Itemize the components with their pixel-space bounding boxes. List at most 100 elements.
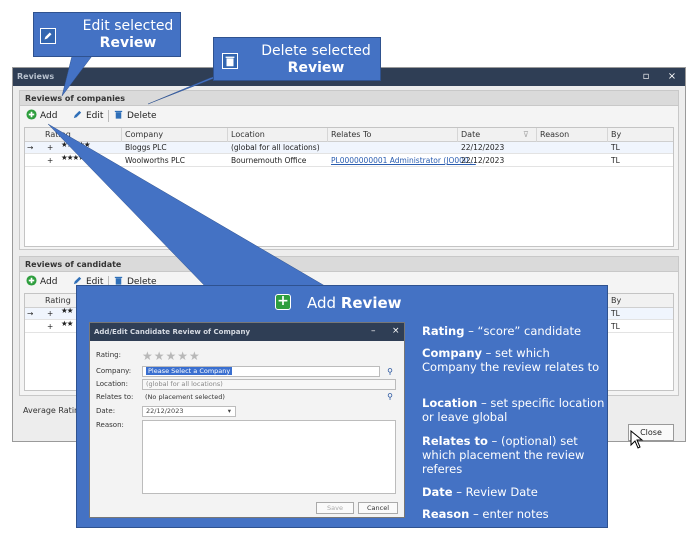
dialog-minimize-button[interactable]: – — [371, 326, 376, 336]
col-location[interactable]: Location — [231, 130, 265, 139]
expand-icon[interactable]: + — [47, 309, 53, 318]
rating-stars-input[interactable]: ★★★★★ — [142, 349, 201, 363]
location-value: (global for all locations) — [146, 380, 223, 388]
help-company-term: Company — [422, 346, 482, 360]
delete-callout-line2: Review — [287, 60, 345, 76]
col-rating[interactable]: Rating — [45, 130, 71, 139]
dialog-titlebar: Add/Edit Candidate Review of Company – × — [90, 323, 404, 341]
calendar-dropdown-icon[interactable]: ▾ — [228, 407, 231, 416]
rating-label: Rating: — [96, 351, 121, 359]
delete-callout: Delete selected Review — [213, 37, 381, 81]
help-relates-to-term: Relates to — [422, 434, 488, 448]
col-by[interactable]: By — [611, 296, 621, 305]
date-value: 22/12/2023 — [146, 407, 184, 415]
reason-textarea[interactable] — [142, 420, 396, 494]
cell-date: 22/12/2023 — [461, 143, 505, 152]
add-callout-prefix: Add — [307, 294, 341, 312]
companies-delete-button[interactable]: Delete — [113, 109, 157, 123]
delete-callout-line1: Delete selected — [261, 43, 371, 59]
expand-icon[interactable]: + — [47, 156, 53, 165]
add-callout-bold: Review — [340, 294, 402, 312]
companies-delete-label: Delete — [127, 111, 157, 121]
help-location-term: Location — [422, 396, 478, 410]
add-review-callout: + Add Review Add/Edit Candidate Review o… — [76, 285, 608, 528]
add-icon — [26, 109, 37, 120]
close-window-button[interactable]: × — [665, 70, 679, 84]
dialog-title: Add/Edit Candidate Review of Company — [94, 328, 251, 336]
help-date-term: Date — [422, 485, 453, 499]
col-company[interactable]: Company — [125, 130, 163, 139]
window-title: Reviews — [17, 72, 55, 81]
cell-by: TL — [611, 322, 620, 331]
col-date[interactable]: Date — [461, 130, 480, 139]
pencil-icon — [73, 110, 82, 119]
save-button[interactable]: Save — [316, 502, 354, 514]
company-label: Company: — [96, 367, 132, 375]
expand-icon[interactable]: + — [47, 322, 53, 331]
trash-icon — [114, 110, 123, 119]
cell-company: Woolworths PLC — [125, 156, 185, 165]
company-field-value: Please Select a Company — [146, 367, 233, 375]
expand-icon[interactable]: + — [47, 143, 53, 152]
companies-panel-header: Reviews of companies — [20, 91, 678, 106]
cancel-button[interactable]: Cancel — [358, 502, 398, 514]
cell-company: Bloggs PLC — [125, 143, 167, 152]
relates-to-label: Relates to: — [96, 393, 134, 401]
companies-panel: Reviews of companies Add Edit Delete Rat… — [19, 90, 679, 250]
row-pointer-icon: → — [27, 309, 34, 318]
help-company: Company – set which Company the review r… — [422, 346, 607, 374]
binoculars-icon[interactable]: ⚲ — [384, 366, 396, 377]
filter-icon[interactable]: ⊽ — [523, 130, 529, 139]
companies-edit-label: Edit — [86, 111, 104, 121]
pencil-icon — [40, 28, 56, 44]
companies-add-label: Add — [40, 111, 58, 121]
col-relates-to[interactable]: Relates To — [331, 130, 371, 139]
cell-location: (global for all locations) — [231, 143, 320, 152]
cell-date: 22/12/2023 — [461, 156, 505, 165]
location-label: Location: — [96, 380, 128, 388]
help-reason: Reason – enter notes — [422, 507, 607, 521]
trash-icon — [222, 53, 238, 69]
companies-add-button[interactable]: Add — [26, 109, 57, 123]
companies-grid: Rating Company Location Relates To Date … — [24, 127, 674, 247]
add-callout-title: Add Review — [307, 294, 402, 312]
edit-callout: Edit selected Review — [33, 12, 181, 57]
help-date: Date – Review Date — [422, 485, 607, 499]
add-icon — [26, 275, 37, 286]
help-relates-to: Relates to – (optional) set which placem… — [422, 434, 607, 476]
dialog-close-button[interactable]: × — [392, 326, 400, 336]
date-field[interactable]: 22/12/2023 ▾ — [142, 406, 236, 417]
reason-label: Reason: — [96, 421, 124, 429]
col-rating[interactable]: Rating — [45, 296, 71, 305]
add-icon: + — [275, 294, 291, 310]
col-reason[interactable]: Reason — [540, 130, 569, 139]
help-date-desc: – Review Date — [452, 485, 538, 499]
edit-callout-line1: Edit selected — [82, 18, 174, 34]
rating-stars: ★★ — [61, 306, 73, 315]
help-rating: Rating – “score” candidate — [422, 324, 607, 338]
location-select[interactable]: (global for all locations) — [142, 379, 396, 390]
company-field[interactable]: Please Select a Company — [142, 366, 380, 377]
candidate-panel-title: Reviews of candidate — [25, 260, 122, 269]
maximize-button[interactable]: ▫ — [639, 70, 653, 84]
col-by[interactable]: By — [611, 130, 621, 139]
cell-by: TL — [611, 143, 620, 152]
help-reason-desc: – enter notes — [469, 507, 549, 521]
table-row[interactable]: + ★★★★★ Woolworths PLC Bournemouth Offic… — [25, 153, 673, 167]
date-label: Date: — [96, 407, 116, 415]
cell-by: TL — [611, 309, 620, 318]
candidate-panel-header: Reviews of candidate — [20, 257, 678, 272]
companies-panel-title: Reviews of companies — [25, 94, 125, 103]
binoculars-icon[interactable]: ⚲ — [384, 391, 396, 402]
rating-stars: ★★★★★ — [61, 140, 91, 149]
rating-stars: ★★★★★ — [61, 153, 91, 162]
add-edit-review-dialog: Add/Edit Candidate Review of Company – ×… — [89, 322, 405, 518]
table-row[interactable]: → + ★★★★★ Bloggs PLC (global for all loc… — [25, 140, 673, 154]
screenshot-root: Reviews ▫ × Reviews of companies Add Edi… — [0, 0, 698, 533]
row-pointer-icon: → — [27, 143, 34, 152]
help-location: Location – set specific location or leav… — [422, 396, 607, 424]
candidate-add-button[interactable]: Add — [26, 275, 57, 289]
companies-edit-button[interactable]: Edit — [72, 109, 103, 123]
cell-relates-to-link[interactable]: PL0000000001 Administrator (JO000... — [331, 156, 476, 165]
rating-stars: ★★ — [61, 319, 73, 328]
